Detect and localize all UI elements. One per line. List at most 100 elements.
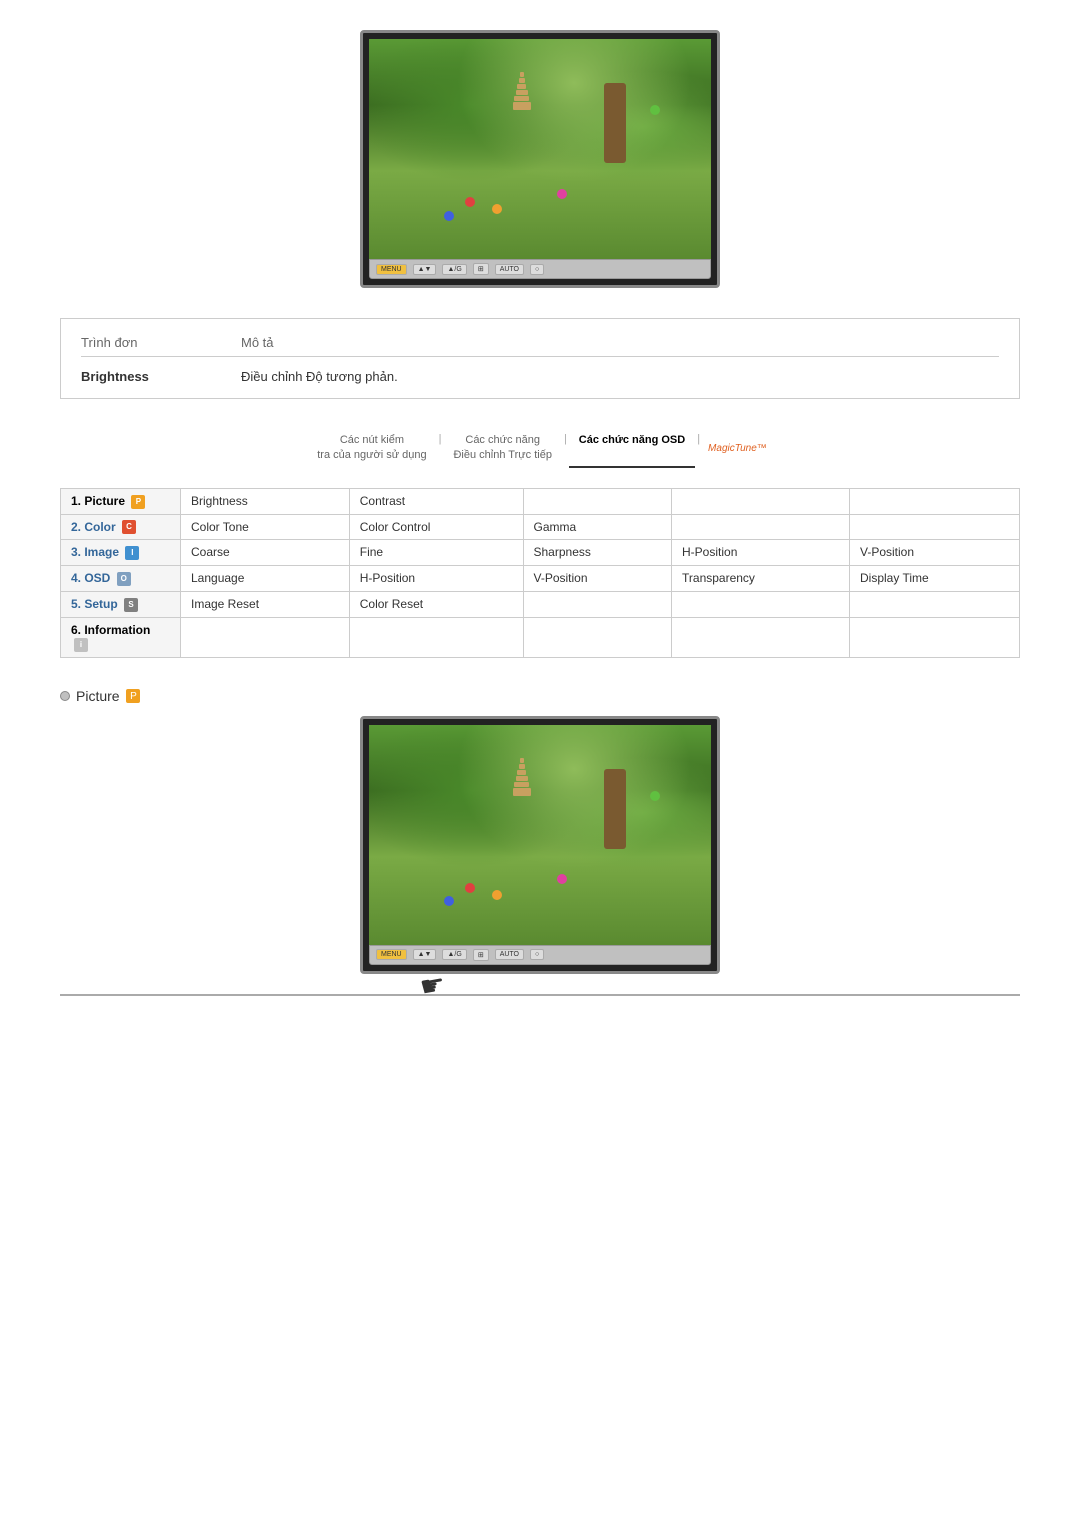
osd-grid-table: 1. Picture P Brightness Contrast 2. Colo… <box>60 488 1020 658</box>
grid-button[interactable]: ⊞ <box>473 263 489 275</box>
picture-icon: P <box>131 495 145 509</box>
row6-col1[interactable]: 6. Informationi <box>61 617 181 657</box>
row1-col3[interactable]: Contrast <box>349 488 523 514</box>
col1-header: Trình đơn <box>81 335 241 350</box>
row3-col1[interactable]: 3. Image I <box>61 540 181 566</box>
power-button[interactable]: ○ <box>530 264 544 275</box>
magictune-logo: MagicTune™ <box>708 443 767 454</box>
row3-col2[interactable]: Coarse <box>181 540 350 566</box>
monitor2-outer: MENU ▲▼ ▲/G ⊞ AUTO ○ ☛ <box>360 716 720 974</box>
row5-col2[interactable]: Image Reset <box>181 592 350 618</box>
row4-col4[interactable]: V-Position <box>523 566 672 592</box>
info-icon: i <box>74 638 88 652</box>
row3-col5[interactable]: H-Position <box>672 540 850 566</box>
table-row: 4. OSD O Language H-Position V-Position … <box>61 566 1020 592</box>
pagoda2-decoration <box>513 758 531 828</box>
table-row: 6. Informationi <box>61 617 1020 657</box>
row1-col2[interactable]: Brightness <box>181 488 350 514</box>
row6-col4 <box>523 617 672 657</box>
monitor2-frame: MENU ▲▼ ▲/G ⊞ AUTO ○ <box>360 716 720 974</box>
row6-col2 <box>181 617 350 657</box>
up-g-button[interactable]: ▲/G <box>442 264 466 275</box>
monitor1-outer: MENU ▲▼ ▲/G ⊞ AUTO ○ <box>360 30 720 288</box>
monitor2-screen <box>369 725 711 945</box>
row6-col6 <box>850 617 1020 657</box>
row3-col4[interactable]: Sharpness <box>523 540 672 566</box>
monitor1-bottom-bar: MENU ▲▼ ▲/G ⊞ AUTO ○ <box>369 259 711 279</box>
menu-table-row: Brightness Điều chỉnh Độ tương phản. <box>81 365 999 388</box>
updown-button2[interactable]: ▲▼ <box>413 949 437 960</box>
heading-dot-icon <box>60 691 70 701</box>
monitor2-section: MENU ▲▼ ▲/G ⊞ AUTO ○ ☛ <box>60 716 1020 974</box>
tree2-decoration <box>604 769 626 849</box>
table-row: 2. Color C Color Tone Color Control Gamm… <box>61 514 1020 540</box>
col2-header: Mô tả <box>241 335 999 350</box>
auto-button2[interactable]: AUTO <box>495 949 524 960</box>
row4-col3[interactable]: H-Position <box>349 566 523 592</box>
osd-icon: O <box>117 572 131 586</box>
monitor1-section: MENU ▲▼ ▲/G ⊞ AUTO ○ <box>60 30 1020 288</box>
row2-col3[interactable]: Color Control <box>349 514 523 540</box>
screen-garden2 <box>369 725 711 945</box>
nav-tabs-section: Các nút kiểm tra của người sử dụng | Các… <box>60 429 1020 468</box>
row5-col1[interactable]: 5. Setup S <box>61 592 181 618</box>
row2-col2[interactable]: Color Tone <box>181 514 350 540</box>
separator2: | <box>562 429 569 468</box>
row2-col5 <box>672 514 850 540</box>
menu-button2[interactable]: MENU <box>376 949 407 960</box>
row1-col4 <box>523 488 672 514</box>
row4-col2[interactable]: Language <box>181 566 350 592</box>
screen-garden <box>369 39 711 259</box>
menu-item-desc: Điều chỉnh Độ tương phản. <box>241 369 999 384</box>
row4-col1[interactable]: 4. OSD O <box>61 566 181 592</box>
monitor2-bottom-bar: MENU ▲▼ ▲/G ⊞ AUTO ○ <box>369 945 711 965</box>
picture-section-heading: Picture P <box>60 688 1020 704</box>
up-g-button2[interactable]: ▲/G <box>442 949 466 960</box>
row2-col1[interactable]: 2. Color C <box>61 514 181 540</box>
table-row: 3. Image I Coarse Fine Sharpness H-Posit… <box>61 540 1020 566</box>
row2-col6 <box>850 514 1020 540</box>
tab-osd-functions[interactable]: Các chức năng OSD <box>569 429 695 468</box>
menu-description-table: Trình đơn Mô tả Brightness Điều chỉnh Độ… <box>60 318 1020 399</box>
row2-col4[interactable]: Gamma <box>523 514 672 540</box>
setup-icon: S <box>124 598 138 612</box>
row1-col6 <box>850 488 1020 514</box>
row5-col3[interactable]: Color Reset <box>349 592 523 618</box>
row1-col5 <box>672 488 850 514</box>
monitor1-screen <box>369 39 711 259</box>
table-row: 5. Setup S Image Reset Color Reset <box>61 592 1020 618</box>
color-icon: C <box>122 520 136 534</box>
picture-heading-icon: P <box>126 689 140 703</box>
menu-button[interactable]: MENU <box>376 264 407 275</box>
tab-user-controls[interactable]: Các nút kiểm tra của người sử dụng <box>307 429 436 468</box>
row5-col4 <box>523 592 672 618</box>
updown-button[interactable]: ▲▼ <box>413 264 437 275</box>
table-row: 1. Picture P Brightness Contrast <box>61 488 1020 514</box>
grid-button2[interactable]: ⊞ <box>473 949 489 961</box>
pagoda-decoration <box>513 72 531 142</box>
menu-table-header: Trình đơn Mô tả <box>81 329 999 357</box>
row5-col6 <box>850 592 1020 618</box>
tree-decoration <box>604 83 626 163</box>
row3-col3[interactable]: Fine <box>349 540 523 566</box>
row1-col1[interactable]: 1. Picture P <box>61 488 181 514</box>
monitor1-frame: MENU ▲▼ ▲/G ⊞ AUTO ○ <box>360 30 720 288</box>
auto-button[interactable]: AUTO <box>495 264 524 275</box>
row5-col5 <box>672 592 850 618</box>
row4-col5[interactable]: Transparency <box>672 566 850 592</box>
row6-col3 <box>349 617 523 657</box>
row4-col6[interactable]: Display Time <box>850 566 1020 592</box>
tab-direct-adjust[interactable]: Các chức năng Điều chỉnh Trực tiếp <box>443 429 561 468</box>
magictune-tab[interactable]: MagicTune™ <box>702 429 773 468</box>
bottom-divider <box>60 994 1020 996</box>
menu-item-label: Brightness <box>81 369 241 384</box>
page-wrapper: MENU ▲▼ ▲/G ⊞ AUTO ○ Trình đơn Mô tả Bri… <box>0 0 1080 1026</box>
separator3: | <box>695 429 702 468</box>
image-icon: I <box>125 546 139 560</box>
picture-heading-text: Picture <box>76 688 120 704</box>
power-button2[interactable]: ○ <box>530 949 544 960</box>
separator1: | <box>437 429 444 468</box>
nav-tabs: Các nút kiểm tra của người sử dụng | Các… <box>307 429 773 468</box>
row3-col6[interactable]: V-Position <box>850 540 1020 566</box>
row6-col5 <box>672 617 850 657</box>
